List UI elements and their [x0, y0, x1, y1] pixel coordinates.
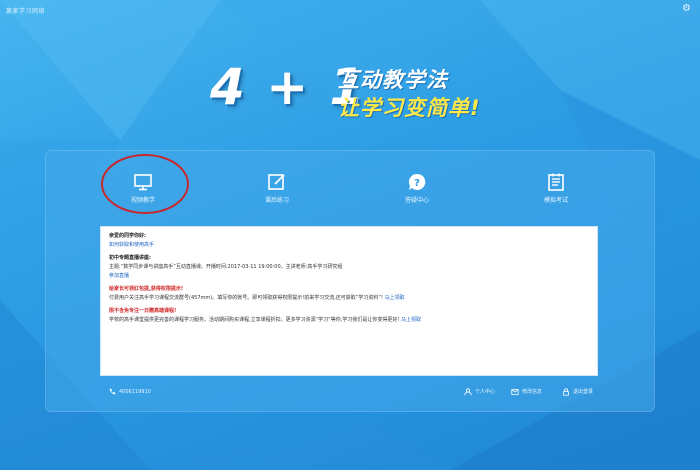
promo1-body: 付费用户关注高手学习课程交流群号(457mm)。填写你的账号。即可领取获得权限提…	[109, 295, 383, 301]
tile-after-class-practice[interactable]: 课后练习	[217, 162, 337, 212]
promo2-link[interactable]: 马上领取	[401, 317, 421, 323]
how-to-link[interactable]: 如何获取和使用高手	[109, 242, 154, 248]
mail-icon	[511, 388, 519, 395]
svg-text:?: ?	[414, 178, 420, 189]
app-title: 赢家学习网络	[6, 8, 46, 15]
promo1-link[interactable]: 马上领取	[385, 295, 405, 301]
promo1-title: 给家长可领红包提,获得权限提示!	[109, 286, 184, 292]
notice-live-line: 主题:“数学同步课与讲座高手”互动直播课。开播时间:2017-03-11 19:…	[109, 264, 343, 270]
slogan-banner: 4 + 1 互动教学法 让学习变简单!	[210, 58, 510, 120]
tile-label: 答疑中心	[404, 197, 429, 204]
exam-icon	[548, 173, 564, 191]
question-icon: ?	[408, 173, 426, 190]
phone-number: 4006119910	[119, 389, 151, 395]
edit-info-label: 修改信息	[522, 389, 543, 395]
tile-mock-exam[interactable]: 模拟考试	[496, 162, 616, 212]
edit-icon	[268, 174, 285, 190]
footer-logout[interactable]: 退出登录	[562, 386, 593, 398]
promo2-title: 限不含免专注一日赠高端课程!	[109, 308, 177, 314]
footer-personal-center[interactable]: 个人中心	[464, 386, 495, 398]
user-icon	[464, 387, 472, 395]
lock-icon	[563, 387, 569, 396]
notice-box[interactable]: 亲爱的同学你好: 如何获取和使用高手 初中专题直播讲座: 主题:“数学同步课与讲…	[100, 226, 598, 376]
logout-label: 退出登录	[573, 389, 594, 395]
personal-center-label: 个人中心	[475, 389, 496, 395]
notice-section-title: 初中专题直播讲座:	[109, 255, 152, 261]
tile-label: 模拟考试	[543, 197, 568, 204]
slogan-line-1: 互动教学法	[338, 68, 448, 92]
settings-gear-icon[interactable]: ⚙	[682, 4, 692, 14]
join-live-link[interactable]: 参加直播	[109, 273, 129, 279]
promo2-body: 学校的高手课堂提供更完善的课程学习服务。活动期间购买课程,立享课程折扣。更多学习…	[109, 317, 400, 323]
notice-greeting: 亲爱的同学你好:	[109, 233, 147, 239]
footer-phone: 4006119910	[108, 386, 151, 398]
highlight-circle	[101, 154, 189, 214]
tile-label: 课后练习	[264, 197, 289, 204]
footer-edit-info[interactable]: 修改信息	[511, 386, 542, 398]
phone-icon	[109, 388, 116, 394]
slogan-line-2: 让学习变简单!	[338, 96, 481, 120]
tile-qa-center[interactable]: ? 答疑中心	[357, 162, 477, 212]
